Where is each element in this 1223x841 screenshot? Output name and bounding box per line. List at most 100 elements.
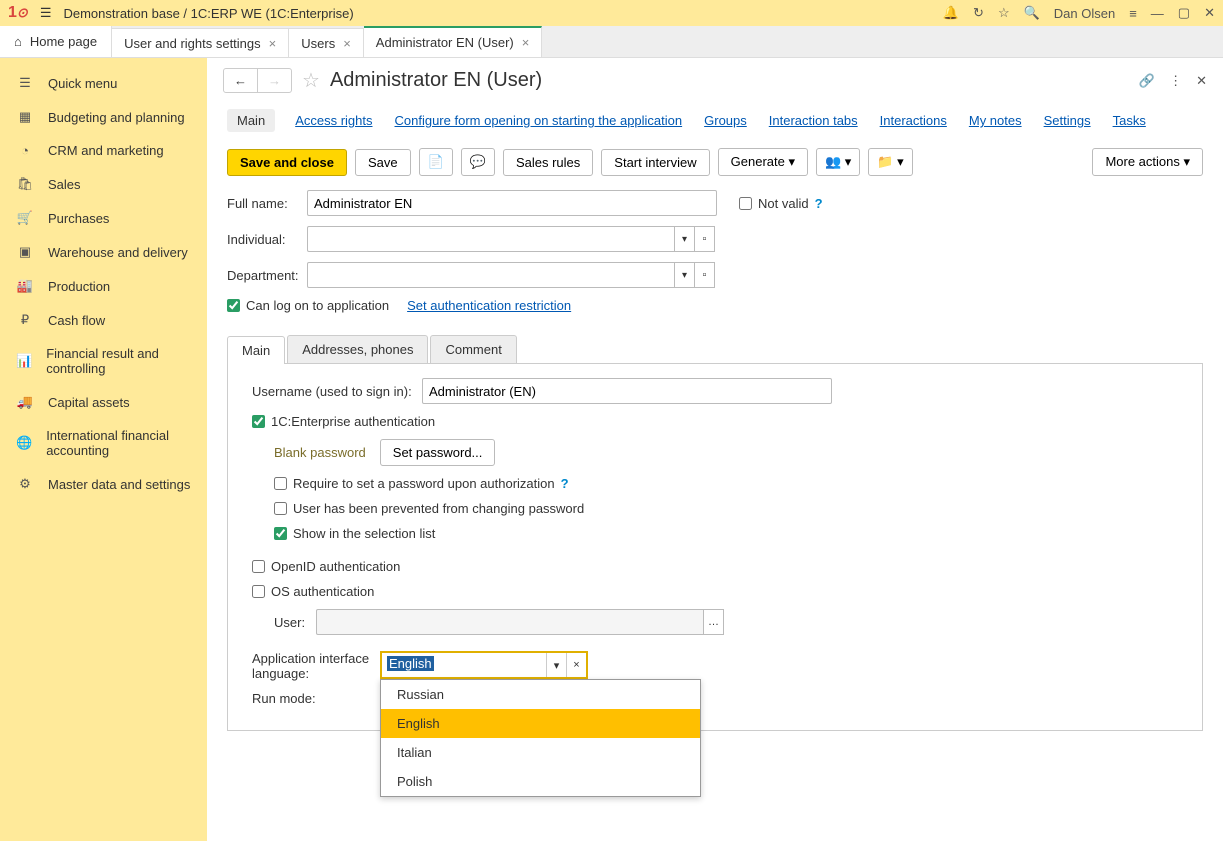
forward-button[interactable]: → (258, 69, 291, 92)
user-icon-button[interactable]: 👥 ▾ (816, 148, 860, 176)
expand-icon[interactable]: ▫ (695, 226, 715, 252)
run-mode-label: Run mode: (252, 691, 374, 706)
openid-label: OpenID authentication (271, 559, 400, 574)
dropdown-icon[interactable]: ▾ (675, 226, 695, 252)
sidebar-item-cashflow[interactable]: ₽Cash flow (0, 303, 207, 337)
minimize-icon[interactable]: — (1151, 6, 1164, 21)
sidebar-item-sales[interactable]: 🛍Sales (0, 167, 207, 201)
history-icon[interactable]: ↻ (973, 5, 984, 21)
maximize-icon[interactable]: ▢ (1178, 5, 1190, 21)
tab-main[interactable]: Main (227, 336, 285, 364)
show-selection-checkbox[interactable] (274, 527, 287, 540)
save-close-button[interactable]: Save and close (227, 149, 347, 176)
require-password-label: Require to set a password upon authoriza… (293, 476, 555, 491)
title-bar: 1⊙ ☰ Demonstration base / 1C:ERP WE (1C:… (0, 0, 1223, 26)
nav-configure[interactable]: Configure form opening on starting the a… (393, 109, 685, 132)
save-button[interactable]: Save (355, 149, 411, 176)
option-english[interactable]: English (381, 709, 700, 738)
language-dropdown: Russian English Italian Polish (380, 679, 701, 797)
clear-icon[interactable]: × (566, 653, 586, 677)
nav-interactions[interactable]: Interactions (878, 109, 949, 132)
os-user-input (316, 609, 704, 635)
sales-rules-button[interactable]: Sales rules (503, 149, 593, 176)
set-password-button[interactable]: Set password... (380, 439, 496, 466)
nav-settings[interactable]: Settings (1042, 109, 1093, 132)
help-icon[interactable]: ? (815, 196, 823, 211)
back-button[interactable]: ← (224, 69, 258, 92)
dropdown-icon[interactable]: ▾ (546, 653, 566, 677)
kebab-icon[interactable]: ⋮ (1169, 73, 1182, 89)
require-password-checkbox[interactable] (274, 477, 287, 490)
nav-buttons: ← → (223, 68, 292, 93)
language-combo[interactable]: English ▾ × (380, 651, 588, 679)
tab-users[interactable]: Users× (289, 28, 364, 57)
folder-icon-button[interactable]: 📁 ▾ (868, 148, 912, 176)
sidebar-item-assets[interactable]: 🚚Capital assets (0, 385, 207, 419)
username-label: Username (used to sign in): (252, 384, 416, 399)
dropdown-icon[interactable]: ▾ (675, 262, 695, 288)
expand-icon[interactable]: ▫ (695, 262, 715, 288)
search-icon[interactable]: 🔍 (1024, 5, 1040, 21)
sidebar-item-financial[interactable]: 📊Financial result and controlling (0, 337, 207, 385)
username-input[interactable] (422, 378, 832, 404)
tab-comment[interactable]: Comment (430, 335, 516, 363)
openid-checkbox[interactable] (252, 560, 265, 573)
close-icon[interactable]: × (343, 36, 351, 51)
option-italian[interactable]: Italian (381, 738, 700, 767)
can-log-checkbox[interactable] (227, 299, 240, 312)
close-icon[interactable]: ✕ (1204, 5, 1215, 21)
start-interview-button[interactable]: Start interview (601, 149, 709, 176)
browse-icon[interactable]: … (704, 609, 724, 635)
sidebar-item-master[interactable]: ⚙Master data and settings (0, 467, 207, 501)
bell-icon[interactable]: 🔔 (943, 5, 959, 21)
close-icon[interactable]: × (522, 35, 530, 50)
menu-icon[interactable]: ☰ (40, 5, 52, 21)
nav-tasks[interactable]: Tasks (1111, 109, 1148, 132)
auth-1c-checkbox[interactable] (252, 415, 265, 428)
nav-interaction-tabs[interactable]: Interaction tabs (767, 109, 860, 132)
auth-restriction-link[interactable]: Set authentication restriction (407, 298, 571, 313)
link-icon[interactable]: 🔗 (1139, 73, 1155, 89)
sidebar-item-warehouse[interactable]: ▣Warehouse and delivery (0, 235, 207, 269)
show-selection-label: Show in the selection list (293, 526, 435, 541)
os-auth-checkbox[interactable] (252, 585, 265, 598)
individual-input[interactable] (307, 226, 675, 252)
option-polish[interactable]: Polish (381, 767, 700, 796)
nav-main[interactable]: Main (227, 109, 275, 132)
close-page-icon[interactable]: ✕ (1196, 73, 1207, 89)
not-valid-checkbox[interactable] (739, 197, 752, 210)
help-icon[interactable]: ? (561, 476, 569, 491)
settings-icon[interactable]: ≡ (1129, 6, 1137, 21)
prevent-change-checkbox[interactable] (274, 502, 287, 515)
sidebar-item-production[interactable]: 🏭Production (0, 269, 207, 303)
close-icon[interactable]: × (269, 36, 277, 51)
tab-addresses[interactable]: Addresses, phones (287, 335, 428, 363)
tab-admin-user[interactable]: Administrator EN (User)× (364, 26, 543, 57)
auth-1c-label: 1C:Enterprise authentication (271, 414, 435, 429)
doc-icon-button[interactable]: 📄 (419, 148, 453, 176)
generate-button[interactable]: Generate ▾ (718, 148, 808, 176)
content-area: ← → ☆ Administrator EN (User) 🔗 ⋮ ✕ Main… (207, 58, 1223, 841)
sidebar-item-crm[interactable]: ◔CRM and marketing (0, 134, 207, 167)
star-icon[interactable]: ☆ (998, 5, 1010, 21)
chat-icon-button[interactable]: 💬 (461, 148, 495, 176)
nav-notes[interactable]: My notes (967, 109, 1024, 132)
nav-groups[interactable]: Groups (702, 109, 749, 132)
blank-password-label: Blank password (274, 445, 366, 460)
tab-user-rights[interactable]: User and rights settings× (112, 28, 289, 57)
more-actions-button[interactable]: More actions ▾ (1092, 148, 1203, 176)
favorite-icon[interactable]: ☆ (302, 68, 320, 93)
department-input[interactable] (307, 262, 675, 288)
option-russian[interactable]: Russian (381, 680, 700, 709)
full-name-input[interactable] (307, 190, 717, 216)
home-tab[interactable]: ⌂ Home page (0, 26, 112, 57)
section-nav: Main Access rights Configure form openin… (207, 103, 1223, 138)
full-name-label: Full name: (227, 196, 301, 211)
sidebar-item-toggle[interactable]: ☰Quick menu (0, 66, 207, 100)
nav-access-rights[interactable]: Access rights (293, 109, 374, 132)
sidebar-item-budgeting[interactable]: ▦Budgeting and planning (0, 100, 207, 134)
sidebar-item-purchases[interactable]: 🛒Purchases (0, 201, 207, 235)
os-auth-label: OS authentication (271, 584, 374, 599)
user-name[interactable]: Dan Olsen (1054, 6, 1115, 21)
sidebar-item-intl[interactable]: 🌐International financial accounting (0, 419, 207, 467)
